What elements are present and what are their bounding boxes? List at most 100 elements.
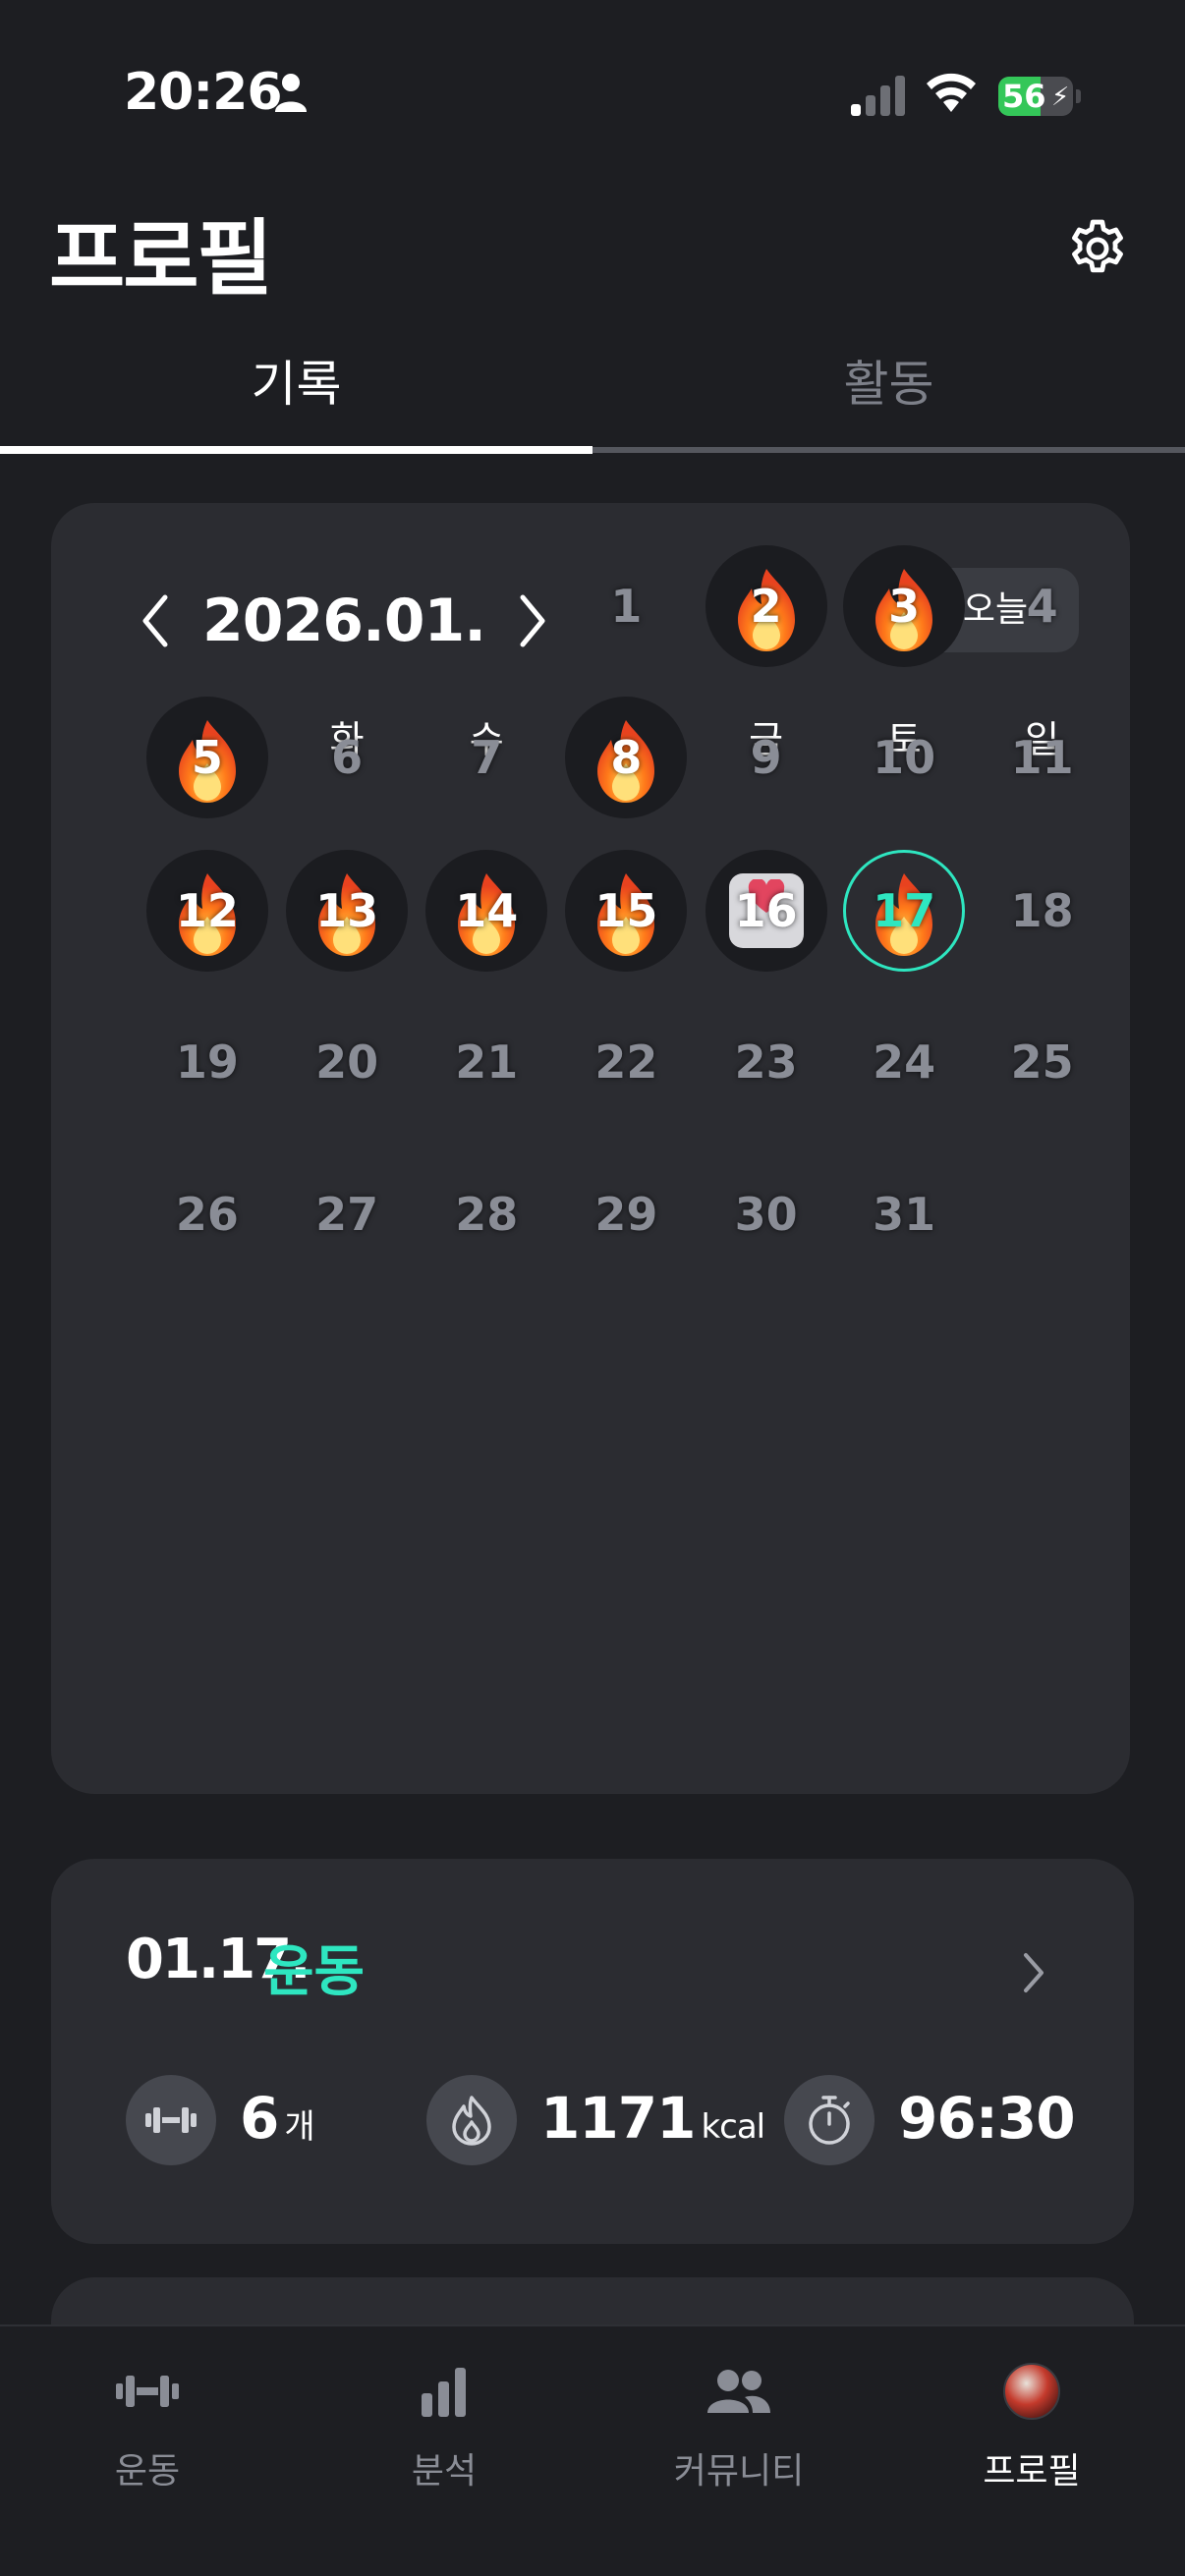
- status-time: 20:26: [124, 63, 283, 122]
- calendar-day[interactable]: 10: [843, 697, 965, 818]
- nav-workout[interactable]: 운동: [49, 2362, 246, 2499]
- nav-label: 분석: [411, 2451, 478, 2492]
- stat-value: 6: [240, 2085, 279, 2152]
- day-number: 25: [1010, 1035, 1074, 1089]
- nav-community[interactable]: 커뮤니티: [641, 2362, 837, 2499]
- next-month-button[interactable]: [503, 574, 562, 668]
- day-number: 21: [455, 1035, 519, 1089]
- nav-label: 커뮤니티: [673, 2451, 805, 2492]
- day-number: 10: [873, 731, 936, 785]
- day-number: 16: [734, 883, 798, 937]
- calendar-day[interactable]: 26: [146, 1153, 268, 1275]
- nav-label: 운동: [114, 2451, 181, 2492]
- calendar-day[interactable]: 7: [425, 697, 547, 818]
- calendar-day[interactable]: 16: [705, 849, 827, 972]
- calendar-day[interactable]: 6: [286, 697, 408, 818]
- day-number: 3: [888, 580, 921, 634]
- people-icon: [704, 2362, 774, 2421]
- day-number: 29: [594, 1188, 658, 1242]
- day-number: 23: [734, 1035, 798, 1089]
- bottom-nav: 운동 분석 커뮤니티 프로필: [0, 2324, 1185, 2576]
- tab-bar: 기록 활동: [0, 344, 1185, 454]
- day-number: 15: [594, 883, 658, 937]
- stat-value: 96:30: [898, 2085, 1076, 2152]
- day-number: 14: [455, 883, 519, 937]
- dumbbell-icon: [112, 2362, 183, 2421]
- day-number: 27: [315, 1188, 379, 1242]
- battery-charging-icon: 56 ⚡: [998, 77, 1081, 116]
- calendar-day[interactable]: 19: [146, 1001, 268, 1123]
- stat-unit: kcal: [701, 2107, 765, 2147]
- gear-icon: [1072, 219, 1123, 273]
- workout-summary-card[interactable]: 01.17. 운동 6개 1171 kcal 96:30: [51, 1859, 1134, 2244]
- calendar-day[interactable]: 31: [843, 1153, 965, 1275]
- calendar-day[interactable]: 12: [145, 849, 268, 972]
- calendar-day[interactable]: 3: [843, 545, 966, 668]
- calendar-day[interactable]: 4: [982, 545, 1103, 667]
- calendar-day[interactable]: 13: [286, 849, 409, 972]
- calendar-day[interactable]: 23: [705, 1001, 827, 1123]
- signal-icon: [851, 76, 905, 116]
- day-number: 24: [873, 1035, 936, 1089]
- stopwatch-icon: [784, 2075, 875, 2165]
- day-number: 13: [315, 883, 379, 937]
- day-number: 6: [331, 731, 364, 785]
- day-number: 12: [175, 883, 239, 937]
- tab-records[interactable]: 기록: [0, 344, 592, 454]
- prev-month-button[interactable]: [126, 574, 185, 668]
- tab-indicator: [0, 446, 592, 454]
- day-number: 11: [1010, 731, 1074, 785]
- battery-level: 56: [1002, 78, 1046, 115]
- day-number: 9: [750, 731, 782, 785]
- calendar-day[interactable]: 9: [705, 697, 827, 818]
- calendar-day[interactable]: 29: [565, 1153, 687, 1275]
- day-number: 19: [175, 1035, 239, 1089]
- calendar-day[interactable]: 17: [843, 849, 966, 972]
- calendar-day[interactable]: 15: [565, 849, 688, 972]
- nav-analysis[interactable]: 분석: [346, 2362, 542, 2499]
- day-number: 5: [191, 731, 223, 785]
- day-number: 30: [734, 1188, 798, 1242]
- tab-label: 기록: [251, 356, 342, 413]
- tab-activity[interactable]: 활동: [592, 344, 1185, 454]
- tab-label: 활동: [843, 356, 934, 413]
- chevron-right-icon: [1024, 1953, 1044, 1992]
- day-number: 4: [1026, 580, 1058, 634]
- day-number: 31: [873, 1188, 936, 1242]
- tab-track: [592, 447, 1185, 453]
- calendar-day[interactable]: 22: [565, 1001, 687, 1123]
- avatar: [1003, 2363, 1060, 2420]
- calendar-day[interactable]: 20: [286, 1001, 408, 1123]
- person-icon: [275, 74, 307, 112]
- chevron-right-icon: [520, 594, 545, 647]
- calendar-day[interactable]: 2: [705, 545, 827, 668]
- calendar-day[interactable]: 14: [425, 849, 548, 972]
- calendar-day[interactable]: 21: [425, 1001, 547, 1123]
- page-title: 프로필: [49, 210, 273, 307]
- calendar-day[interactable]: 11: [982, 697, 1103, 818]
- day-number: 7: [471, 731, 503, 785]
- status-bar: 20:26 56 ⚡: [0, 0, 1185, 147]
- dumbbell-icon: [126, 2075, 216, 2165]
- calendar-day[interactable]: 25: [982, 1001, 1103, 1123]
- day-number: 17: [873, 883, 936, 937]
- calendar-day[interactable]: 8: [565, 697, 688, 819]
- calendar-day[interactable]: 28: [425, 1153, 547, 1275]
- calendar-day[interactable]: 27: [286, 1153, 408, 1275]
- calendar-day[interactable]: 1: [565, 545, 687, 667]
- bar-chart-icon: [409, 2362, 480, 2421]
- day-number: 28: [455, 1188, 519, 1242]
- day-number: 2: [750, 580, 782, 634]
- stat-value: 1171: [540, 2085, 696, 2152]
- wifi-icon: [927, 73, 976, 112]
- summary-detail-button[interactable]: [1014, 1945, 1053, 2000]
- day-number: 8: [610, 731, 643, 785]
- calendar-day[interactable]: 30: [705, 1153, 827, 1275]
- nav-profile[interactable]: 프로필: [933, 2362, 1130, 2499]
- day-number: 26: [175, 1188, 239, 1242]
- calendar-day[interactable]: 24: [843, 1001, 965, 1123]
- chevron-left-icon: [142, 594, 168, 647]
- calendar-day[interactable]: 18: [982, 850, 1103, 972]
- calendar-day[interactable]: 5: [145, 697, 268, 819]
- settings-button[interactable]: [1057, 208, 1138, 289]
